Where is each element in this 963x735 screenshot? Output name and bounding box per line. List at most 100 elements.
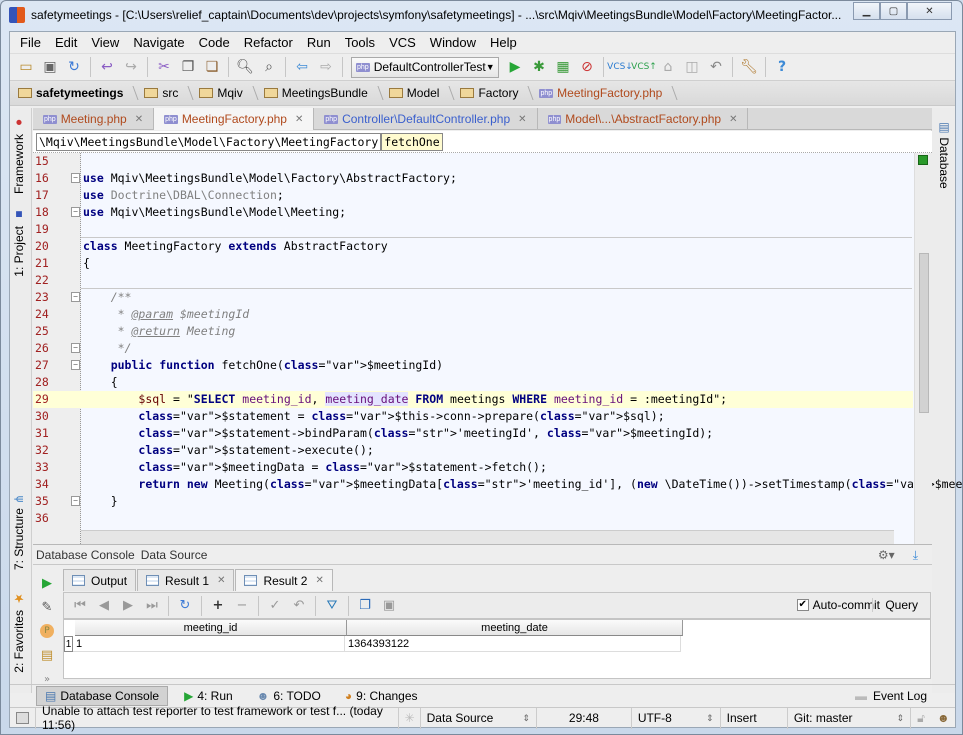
debug-icon[interactable]: ✱ (527, 56, 551, 78)
back-icon[interactable]: ⇦ (290, 56, 314, 78)
vcs-compare-icon[interactable]: ⌂ (656, 56, 680, 78)
tool-window-project[interactable]: 1: Project ■ (12, 208, 26, 277)
menu-code[interactable]: Code (199, 35, 230, 50)
undo-icon[interactable]: ↩ (95, 56, 119, 78)
breadcrumb-item[interactable]: MeetingsBundle (263, 86, 381, 100)
close-tab-icon[interactable]: ✕ (729, 114, 737, 125)
data-source-select[interactable]: Data Source ⇕ (421, 707, 538, 729)
console-tab-output[interactable]: Output (63, 569, 137, 591)
editor-scrollbar[interactable] (914, 153, 932, 544)
code-line[interactable]: 27 − public function fetchOne(class="var"… (33, 357, 913, 374)
breadcrumb-item[interactable]: Mqiv (199, 86, 255, 100)
code-line[interactable]: 36 (33, 510, 913, 527)
last-page-icon[interactable]: ⏭ (140, 598, 164, 613)
breadcrumb-method[interactable]: fetchOne (381, 132, 443, 151)
open-icon[interactable]: ▭ (14, 56, 38, 78)
horizontal-scrollbar[interactable] (81, 530, 894, 544)
menu-navigate[interactable]: Navigate (133, 35, 184, 50)
code-line[interactable]: 25 * @return Meeting (33, 323, 913, 340)
tool-window-database[interactable]: ▤ Database (937, 120, 951, 189)
coverage-icon[interactable]: ▦ (551, 56, 575, 78)
vcs-commit-icon[interactable]: VCS↑ (631, 56, 657, 78)
forward-icon[interactable]: ⇨ (314, 56, 338, 78)
tool-window-framework[interactable]: Framework ● (12, 116, 26, 194)
sync-icon[interactable]: ↻ (62, 56, 86, 78)
fold-marker-icon[interactable]: − (71, 207, 80, 217)
revert-icon[interactable]: ↶ (287, 598, 311, 613)
tool-window-structure[interactable]: 7: Structure ⋔ (12, 494, 26, 570)
menu-edit[interactable]: Edit (55, 35, 77, 50)
minimize-button[interactable]: ▁ (853, 2, 880, 20)
vcs-revert-icon[interactable]: ↶ (704, 56, 728, 78)
fold-marker-icon[interactable]: − (71, 292, 80, 302)
fold-marker-icon[interactable]: − (71, 496, 80, 506)
run-icon[interactable]: ▶ (503, 56, 527, 78)
fold-marker-icon[interactable]: − (71, 360, 80, 370)
find-icon[interactable]: 🔍︎ (233, 56, 257, 78)
scrollbar-thumb[interactable] (919, 253, 929, 413)
query-button[interactable]: Query (872, 598, 918, 612)
cut-icon[interactable]: ✂ (152, 56, 176, 78)
editor-tab[interactable]: php Model\...\AbstractFactory.php ✕ (538, 108, 749, 130)
insert-mode[interactable]: Insert (721, 707, 788, 729)
close-tab-icon[interactable]: ✕ (518, 114, 526, 125)
code-line[interactable]: 20 class MeetingFactory extends AbstractF… (33, 238, 913, 255)
settings-icon[interactable]: 🔧︎ (737, 56, 761, 78)
console-tab-result-1[interactable]: Result 1 ✕ (137, 569, 235, 591)
breadcrumb-item[interactable]: Model (388, 86, 453, 100)
previous-page-icon[interactable]: ◀ (92, 598, 116, 613)
editor-tab[interactable]: php Controller\DefaultController.php ✕ (314, 108, 538, 130)
code-line[interactable]: 19 (33, 221, 913, 238)
menu-file[interactable]: File (20, 35, 41, 50)
code-line[interactable]: 35 − } (33, 493, 913, 510)
menu-view[interactable]: View (91, 35, 119, 50)
result-grid[interactable]: meeting_id meeting_date 1 1 1364393122 (63, 619, 931, 679)
auto-commit-checkbox[interactable]: ✔ (796, 599, 809, 611)
auto-commit-toggle[interactable]: ✔ Auto-commit (796, 598, 880, 612)
lock-icon[interactable]: 🔓︎ (911, 708, 931, 729)
run-configuration-select[interactable]: php DefaultControllerTest ▼ (351, 56, 499, 78)
add-row-icon[interactable]: + (206, 598, 230, 613)
menu-refactor[interactable]: Refactor (244, 35, 293, 50)
column-header[interactable]: meeting_id (75, 620, 347, 636)
edit-icon[interactable]: ✎ (37, 595, 57, 619)
redo-icon[interactable]: ↪ (119, 56, 143, 78)
code-line[interactable]: 31 class="var">$statement->bindParam(cla… (33, 425, 913, 442)
toggle-tool-buttons-icon[interactable] (10, 707, 36, 729)
fold-marker-icon[interactable]: − (71, 343, 80, 353)
delete-row-icon[interactable]: − (230, 598, 254, 613)
breadcrumb-item[interactable]: safetymeetings (18, 86, 136, 100)
stop-icon[interactable]: ⊘ (575, 56, 599, 78)
parameters-icon[interactable]: P (37, 619, 57, 643)
refresh-icon[interactable]: ↻ (173, 598, 197, 613)
run-tool-button[interactable]: ▶ 4: Run (176, 686, 241, 706)
breadcrumb-item[interactable]: php MeetingFactory.php (539, 86, 675, 100)
table-row[interactable]: 1 1 1364393122 (64, 636, 930, 652)
filter-icon[interactable]: ⛛ (320, 598, 344, 613)
status-message[interactable]: Unable to attach test reporter to test f… (36, 704, 399, 732)
inspector-icon[interactable]: ☻ (931, 708, 955, 729)
code-line[interactable]: 16 − use Mqiv\MeetingsBundle\Model\Factory… (33, 170, 913, 187)
code-line[interactable]: 15 (33, 153, 913, 170)
close-tab-icon[interactable]: ✕ (295, 114, 303, 125)
table-cell[interactable]: 1364393122 (345, 636, 681, 652)
save-result-icon[interactable]: ▣ (377, 598, 401, 613)
vcs-branch-select[interactable]: Git: master ⇕ (788, 707, 912, 729)
editor-tab[interactable]: php MeetingFactory.php ✕ (154, 108, 315, 130)
menu-help[interactable]: Help (490, 35, 517, 50)
hide-panel-icon[interactable]: ⤓ (913, 548, 918, 563)
code-line[interactable]: 21 { (33, 255, 913, 272)
code-line[interactable]: 17 use Doctrine\DBAL\Connection; (33, 187, 913, 204)
code-editor[interactable]: \Mqiv\MeetingsBundle\Model\Factory\Meeti… (33, 131, 963, 544)
tool-window-favorites[interactable]: 2: Favorites ★ (12, 592, 26, 673)
code-line[interactable]: 32 class="var">$statement->execute(); (33, 442, 913, 459)
column-header[interactable]: meeting_date (347, 620, 683, 636)
editor-tab[interactable]: php Meeting.php ✕ (33, 108, 155, 130)
table-cell[interactable]: 1 (73, 636, 345, 652)
event-log-button[interactable]: ▬ Event Log (855, 689, 927, 703)
breadcrumb-item[interactable]: src (144, 86, 191, 100)
code-line[interactable]: 26 − */ (33, 340, 913, 357)
close-tab-icon[interactable]: ✕ (217, 575, 225, 586)
code-area[interactable]: 15 16− use Mqiv\MeetingsBundle\Model\Facto… (33, 153, 963, 527)
code-line[interactable]: 22 (33, 272, 913, 289)
